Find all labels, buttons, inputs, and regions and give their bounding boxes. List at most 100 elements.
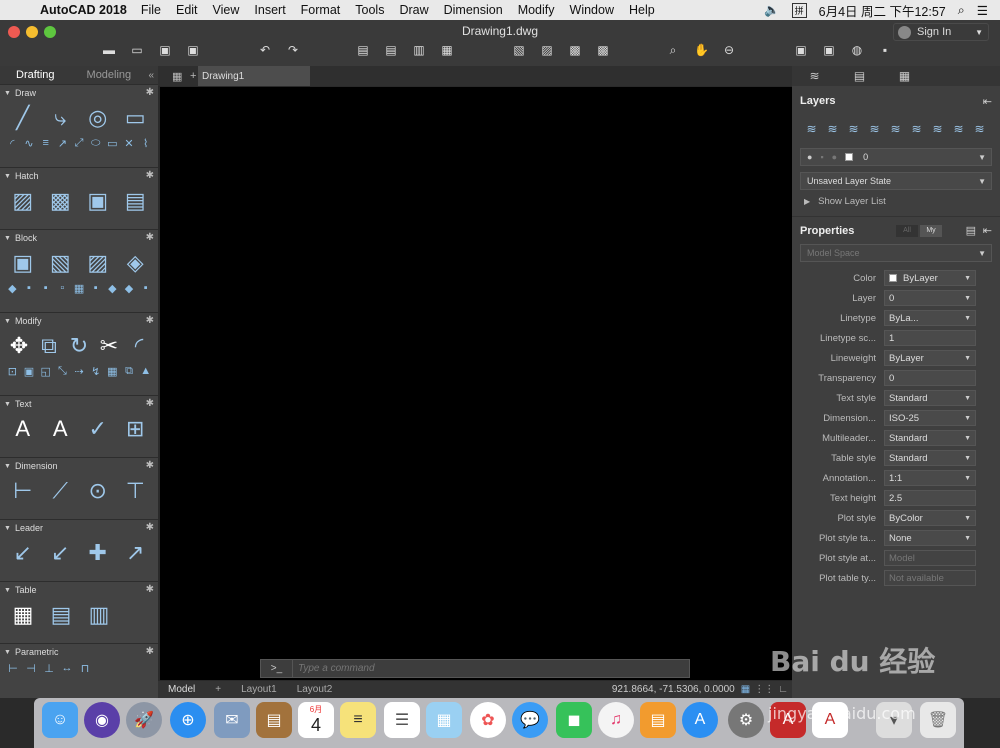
- block-tool-icon[interactable]: ▪: [89, 281, 102, 295]
- command-input[interactable]: [298, 663, 678, 674]
- expand-icon[interactable]: ▼: [4, 235, 11, 242]
- volume-icon[interactable]: 🔈: [764, 3, 780, 18]
- array-icon[interactable]: ▦: [106, 364, 119, 378]
- orbit-icon[interactable]: ⊖: [722, 44, 736, 56]
- block-tool-icon[interactable]: ◆: [123, 281, 136, 295]
- multileader-icon[interactable]: ↙: [8, 538, 38, 568]
- gear-icon[interactable]: ✱: [146, 315, 154, 326]
- scale-icon[interactable]: ◱: [39, 364, 52, 378]
- property-value[interactable]: 0: [884, 370, 976, 386]
- messages-icon[interactable]: 💬: [512, 702, 548, 738]
- join-icon[interactable]: ⇢: [73, 364, 86, 378]
- render-icon[interactable]: ◍: [850, 44, 864, 56]
- mail-bird-icon[interactable]: ✉: [214, 702, 250, 738]
- linear-dim-icon[interactable]: ⊢: [8, 476, 38, 506]
- block-tool-icon[interactable]: ▪: [39, 281, 52, 295]
- circle-icon[interactable]: ◎: [83, 103, 113, 133]
- menu-draw[interactable]: Draw: [399, 3, 428, 17]
- safari-icon[interactable]: ⊕: [170, 702, 206, 738]
- expand-icon[interactable]: ▼: [4, 90, 11, 97]
- reference-icon[interactable]: ▣: [822, 44, 836, 56]
- quick-select-icon[interactable]: ▤: [966, 224, 976, 237]
- menu-file[interactable]: File: [141, 3, 161, 17]
- sign-in-button[interactable]: Sign In ▼: [893, 23, 989, 41]
- block-tool-icon[interactable]: ▫: [56, 281, 69, 295]
- connect-icon[interactable]: ▩: [596, 44, 610, 56]
- finder-icon[interactable]: ☺: [42, 702, 78, 738]
- hatch-icon[interactable]: ▨: [8, 186, 38, 216]
- layer-icon[interactable]: ≋: [825, 122, 840, 136]
- single-text-icon[interactable]: A: [46, 414, 76, 444]
- ellipse-icon[interactable]: ⬭: [89, 136, 102, 150]
- gradient-icon[interactable]: ▩: [46, 186, 76, 216]
- itunes-icon[interactable]: ♫: [598, 702, 634, 738]
- insert-block-icon[interactable]: ▧: [46, 248, 76, 278]
- layer-tool-icon[interactable]: ▣: [794, 44, 808, 56]
- add-layout-icon[interactable]: +: [205, 684, 231, 695]
- new-file-icon[interactable]: ▬: [102, 44, 116, 56]
- add-leader-icon[interactable]: ✚: [83, 538, 113, 568]
- search-icon[interactable]: ⌕: [958, 3, 965, 18]
- constraint-icon[interactable]: ⊣: [24, 661, 38, 675]
- tag-icon[interactable]: ◆: [6, 281, 19, 295]
- menu-edit[interactable]: Edit: [176, 3, 198, 17]
- trash-icon[interactable]: 🗑: [920, 702, 956, 738]
- constraint-icon[interactable]: ⊢: [6, 661, 20, 675]
- menu-help[interactable]: Help: [629, 3, 655, 17]
- block-attribute-icon[interactable]: ◈: [121, 248, 151, 278]
- stretch-icon[interactable]: ⊡: [6, 364, 19, 378]
- blocks-tab-icon[interactable]: ▤: [837, 69, 882, 83]
- property-value[interactable]: Standard ▼: [884, 390, 976, 406]
- app-store-icon[interactable]: A: [682, 702, 718, 738]
- spell-check-icon[interactable]: ✓: [83, 414, 113, 444]
- property-value[interactable]: ISO-25 ▼: [884, 410, 976, 426]
- move-icon[interactable]: ✥: [8, 331, 30, 361]
- tab-modeling[interactable]: Modeling: [71, 69, 148, 81]
- gear-icon[interactable]: ✱: [146, 584, 154, 595]
- multiline-text-icon[interactable]: A: [8, 414, 38, 444]
- explode-icon[interactable]: ↯: [89, 364, 102, 378]
- gear-icon[interactable]: ✱: [146, 646, 154, 657]
- constraint-icon[interactable]: ↔: [60, 661, 74, 675]
- property-value[interactable]: Standard ▼: [884, 450, 976, 466]
- property-value[interactable]: ByLayer ▼: [884, 270, 976, 286]
- new-layer-icon[interactable]: ≋: [804, 122, 819, 136]
- property-value[interactable]: Standard ▼: [884, 430, 976, 446]
- expand-icon[interactable]: ▼: [4, 649, 11, 656]
- block-tool-icon[interactable]: ▪: [139, 281, 152, 295]
- grid-view-icon[interactable]: ▦: [172, 70, 182, 83]
- input-method-icon[interactable]: 拼: [791, 2, 807, 18]
- facetime-icon[interactable]: ◼: [556, 702, 592, 738]
- menu-tools[interactable]: Tools: [355, 3, 384, 17]
- property-value[interactable]: 2.5: [884, 490, 976, 506]
- contacts-icon[interactable]: ▤: [256, 702, 292, 738]
- menu-format[interactable]: Format: [301, 3, 341, 17]
- gear-icon[interactable]: ✱: [146, 522, 154, 533]
- expand-icon[interactable]: ▼: [4, 401, 11, 408]
- share-icon[interactable]: ▧: [512, 44, 526, 56]
- data-link-icon[interactable]: ▤: [46, 600, 76, 630]
- radius-dim-icon[interactable]: ⊙: [83, 476, 113, 506]
- app-menu[interactable]: AutoCAD 2018: [40, 3, 127, 17]
- pan-hand-icon[interactable]: ✋: [694, 44, 709, 56]
- line-icon[interactable]: ╱: [8, 103, 38, 133]
- boundary-icon[interactable]: ▣: [83, 186, 113, 216]
- block-tool-icon[interactable]: ◆: [106, 281, 119, 295]
- erase-icon[interactable]: ▣: [23, 364, 36, 378]
- break-icon[interactable]: ⤡: [56, 364, 69, 378]
- snap-toggle-icon[interactable]: ⋮⋮: [754, 684, 774, 695]
- expand-icon[interactable]: ▼: [4, 587, 11, 594]
- toggle-my[interactable]: My: [920, 224, 942, 237]
- tab-model[interactable]: Model: [158, 684, 205, 695]
- brush-icon[interactable]: ▲: [139, 364, 152, 378]
- expand-icon[interactable]: ▼: [4, 318, 11, 325]
- table-icon[interactable]: ▦: [8, 600, 38, 630]
- command-prompt-icon[interactable]: >_: [261, 660, 293, 677]
- align-leader-icon[interactable]: ↗: [121, 538, 151, 568]
- layer-state-select[interactable]: Unsaved Layer State ▼: [800, 172, 992, 190]
- gear-icon[interactable]: ✱: [146, 232, 154, 243]
- gear-icon[interactable]: ✱: [146, 460, 154, 471]
- leader-icon[interactable]: ↙: [46, 538, 76, 568]
- property-value[interactable]: 1: [884, 330, 976, 346]
- property-value[interactable]: ByLayer ▼: [884, 350, 976, 366]
